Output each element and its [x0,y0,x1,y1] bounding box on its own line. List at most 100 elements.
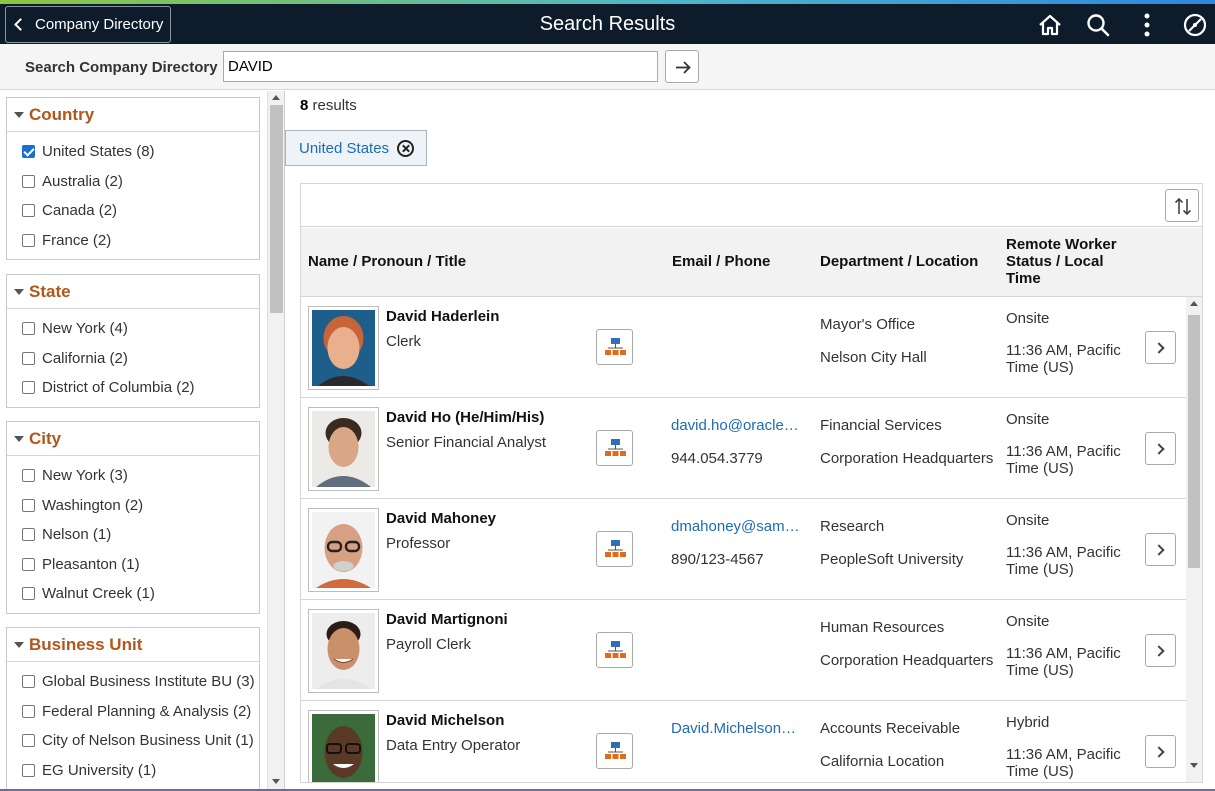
org-chart-button[interactable] [596,329,633,365]
chevron-right-icon [1153,645,1165,657]
facet-option-california[interactable]: California (2) [7,344,259,374]
search-input[interactable] [223,51,658,82]
column-header-email[interactable]: Email / Phone [672,253,770,270]
facet-option-label: Federal Planning & Analysis (2) [42,702,252,720]
checkbox[interactable] [22,557,35,571]
scrollbar-thumb[interactable] [1188,315,1200,568]
facet-option-federal-planning[interactable]: Federal Planning & Analysis (2) [7,697,259,727]
local-time: 11:36 AM, Pacific Time (US) [1006,746,1131,780]
facet-option-eg-university[interactable]: EG University (1) [7,756,259,786]
table-row[interactable]: David Michelson Data Entry Operator Davi… [301,701,1187,782]
scroll-up-arrow-icon[interactable] [1190,301,1198,306]
navbar-compass-icon[interactable] [1181,11,1209,39]
employee-name[interactable]: David Martignoni [386,611,508,628]
employee-email-link[interactable]: david.ho@oraclesample.com [671,417,806,434]
back-button[interactable]: Company Directory [5,6,171,43]
row-details-button[interactable] [1145,634,1176,667]
scroll-up-arrow-icon[interactable] [272,95,280,100]
org-chart-button[interactable] [596,632,633,668]
facet-header-country[interactable]: Country [7,98,259,132]
employee-name[interactable]: David Mahoney [386,510,496,527]
checkbox[interactable] [22,381,35,395]
row-details-button[interactable] [1145,533,1176,566]
search-icon[interactable] [1084,11,1112,39]
org-chart-button[interactable] [596,733,633,769]
facet-option-washington[interactable]: Washington (2) [7,491,259,521]
scroll-down-arrow-icon[interactable] [272,779,280,784]
facet-option-walnut-creek[interactable]: Walnut Creek (1) [7,579,259,609]
facet-option-canada[interactable]: Canada (2) [7,196,259,226]
home-icon[interactable] [1036,11,1064,39]
local-time-line: Time (US) [1006,662,1074,679]
facet-option-australia[interactable]: Australia (2) [7,167,259,197]
facet-option-global-business-institute[interactable]: Global Business Institute BU (3) [7,667,259,697]
checkbox[interactable] [22,204,35,218]
column-header-department[interactable]: Department / Location [820,253,978,270]
scrollbar-thumb[interactable] [270,105,283,313]
facet-option-france[interactable]: France (2) [7,226,259,256]
row-details-button[interactable] [1145,735,1176,768]
facet-option-pleasanton[interactable]: Pleasanton (1) [7,550,259,580]
facet-option-label: District of Columbia (2) [42,379,195,397]
org-chart-button[interactable] [596,430,633,466]
checkbox[interactable] [22,145,35,159]
grid-scrollbar[interactable] [1186,297,1202,782]
remove-filter-icon[interactable] [397,139,415,157]
org-chart-button[interactable] [596,531,633,567]
checkbox[interactable] [22,675,35,689]
checkbox[interactable] [22,322,35,336]
facet-header-city[interactable]: City [7,422,259,456]
row-details-button[interactable] [1145,331,1176,364]
employee-email-link[interactable]: dmahoney@sample.com [671,518,806,535]
facet-option-united-states[interactable]: United States (8) [7,137,259,167]
checkbox[interactable] [22,174,35,188]
more-vertical-icon[interactable] [1133,11,1161,39]
remote-status: Hybrid [1006,714,1050,731]
facet-option-new-york-city[interactable]: New York (3) [7,461,259,491]
checkbox[interactable] [22,763,35,777]
checkbox[interactable] [22,704,35,718]
facet-option-label: New York (3) [42,467,128,485]
column-header-line: Time [1006,270,1041,287]
search-submit-button[interactable] [665,50,699,83]
table-row[interactable]: David Haderlein Clerk Mayor's Office Nel… [301,297,1187,398]
row-details-button[interactable] [1145,432,1176,465]
filter-chip-united-states[interactable]: United States [285,130,427,166]
org-chart-icon [605,742,626,759]
facet-option-nelson[interactable]: Nelson (1) [7,520,259,550]
checkbox[interactable] [22,498,35,512]
facet-header-business-unit[interactable]: Business Unit [7,628,259,662]
column-header-remote-status[interactable]: Remote Worker Status / Local Time [1006,236,1117,287]
collapse-triangle-icon [14,288,24,295]
local-time-line: 11:36 AM, Pacific [1006,645,1121,662]
checkbox[interactable] [22,587,35,601]
facet-header-state[interactable]: State [7,275,259,309]
employee-email-link[interactable]: David.Michelson@sample.com [671,720,806,737]
employee-name[interactable]: David Haderlein [386,308,499,325]
employee-name[interactable]: David Michelson [386,712,504,729]
column-header-name[interactable]: Name / Pronoun / Title [308,253,466,270]
table-row[interactable]: David Mahoney Professor dmahoney@sample.… [301,499,1187,600]
scroll-down-arrow-icon[interactable] [1190,763,1198,768]
table-row[interactable]: David Martignoni Payroll Clerk Human Res… [301,600,1187,701]
employee-phone: 890/123-4567 [671,551,764,568]
checkbox[interactable] [22,734,35,748]
sort-button[interactable] [1165,189,1199,222]
table-row[interactable]: David Ho (He/Him/His) Senior Financial A… [301,398,1187,499]
org-chart-icon [605,338,626,355]
checkbox[interactable] [22,528,35,542]
facet-option-new-york[interactable]: New York (4) [7,314,259,344]
local-time-line: Time (US) [1006,460,1074,477]
search-label: Search Company Directory [25,59,218,76]
remote-status: Onsite [1006,613,1050,630]
checkbox[interactable] [22,233,35,247]
checkbox[interactable] [22,469,35,483]
employee-name[interactable]: David Ho (He/Him/His) [386,409,544,426]
checkbox[interactable] [22,351,35,365]
facet-option-city-of-nelson[interactable]: City of Nelson Business Unit (1) [7,726,259,756]
chevron-right-icon [1153,443,1165,455]
facet-option-district-of-columbia[interactable]: District of Columbia (2) [7,373,259,403]
facet-option-label: EG University (1) [42,761,157,779]
facet-option-label: Australia (2) [42,172,123,190]
facet-scrollbar[interactable] [267,91,284,791]
